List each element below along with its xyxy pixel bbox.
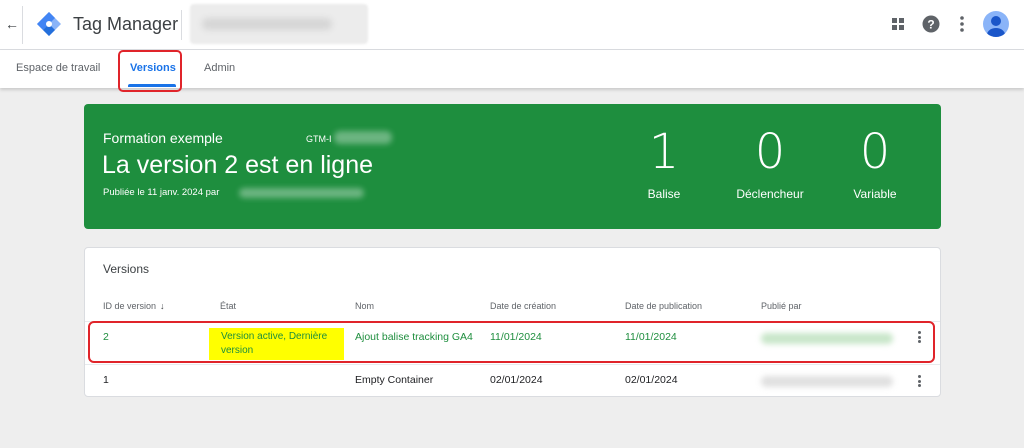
column-header-created[interactable]: Date de création (490, 300, 556, 312)
stat-triggers-label: Déclencheur (736, 187, 804, 201)
account-avatar-icon[interactable] (983, 11, 1009, 37)
live-version-banner: Formation exemple GTM-I La version 2 est… (84, 104, 941, 229)
help-icon[interactable]: ? (920, 13, 942, 35)
live-version-headline: La version 2 est en ligne (102, 151, 374, 179)
version-id: 1 (103, 374, 109, 386)
divider (22, 6, 23, 44)
more-vert-icon[interactable] (913, 374, 925, 388)
stat-variables[interactable]: 0 Variable (830, 124, 920, 202)
more-vert-icon[interactable] (951, 13, 973, 35)
created-date: 02/01/2024 (490, 374, 543, 386)
account-container-selector[interactable] (190, 4, 368, 44)
apps-grid-icon[interactable] (887, 13, 909, 35)
container-id-redacted (334, 131, 392, 144)
annotation-highlight-live-row (88, 321, 935, 363)
svg-text:?: ? (927, 18, 934, 32)
column-header-published[interactable]: Date de publication (625, 300, 702, 312)
stat-tags[interactable]: 1 Balise (619, 124, 709, 202)
published-by-redacted (761, 376, 893, 387)
column-header-state[interactable]: État (220, 300, 236, 312)
container-name: Formation exemple (103, 130, 223, 146)
column-header-published-by[interactable]: Publié par (761, 300, 802, 312)
published-date: 02/01/2024 (625, 374, 678, 386)
stat-variables-label: Variable (853, 187, 897, 201)
container-id: GTM-I (306, 134, 332, 144)
version-name: Empty Container (355, 374, 434, 386)
row-divider (85, 364, 940, 365)
stat-triggers-count: 0 (754, 124, 786, 180)
app-title: Tag Manager (73, 14, 179, 34)
annotation-highlight-versions-tab (118, 50, 182, 92)
stat-triggers[interactable]: 0 Déclencheur (725, 124, 815, 202)
stat-variables-count: 0 (859, 124, 891, 180)
stat-tags-count: 1 (648, 124, 680, 180)
column-header-name[interactable]: Nom (355, 300, 374, 312)
top-app-bar: ← Tag Manager ? (0, 0, 1024, 50)
tab-admin[interactable]: Admin (204, 61, 235, 75)
divider (181, 10, 182, 40)
arrow-back-icon[interactable]: ← (4, 14, 20, 34)
tab-workspace[interactable]: Espace de travail (16, 61, 100, 75)
column-header-label: ID de version (103, 301, 157, 311)
versions-card-title: Versions (103, 262, 150, 276)
column-header-version-id[interactable]: ID de version ↓ (103, 300, 165, 312)
publisher-redacted (239, 188, 364, 198)
stat-tags-label: Balise (647, 187, 681, 201)
arrow-down-icon: ↓ (160, 301, 165, 311)
published-info: Publiée le 11 janv. 2024 par (103, 187, 220, 198)
tag-manager-logo-icon[interactable] (36, 11, 62, 37)
